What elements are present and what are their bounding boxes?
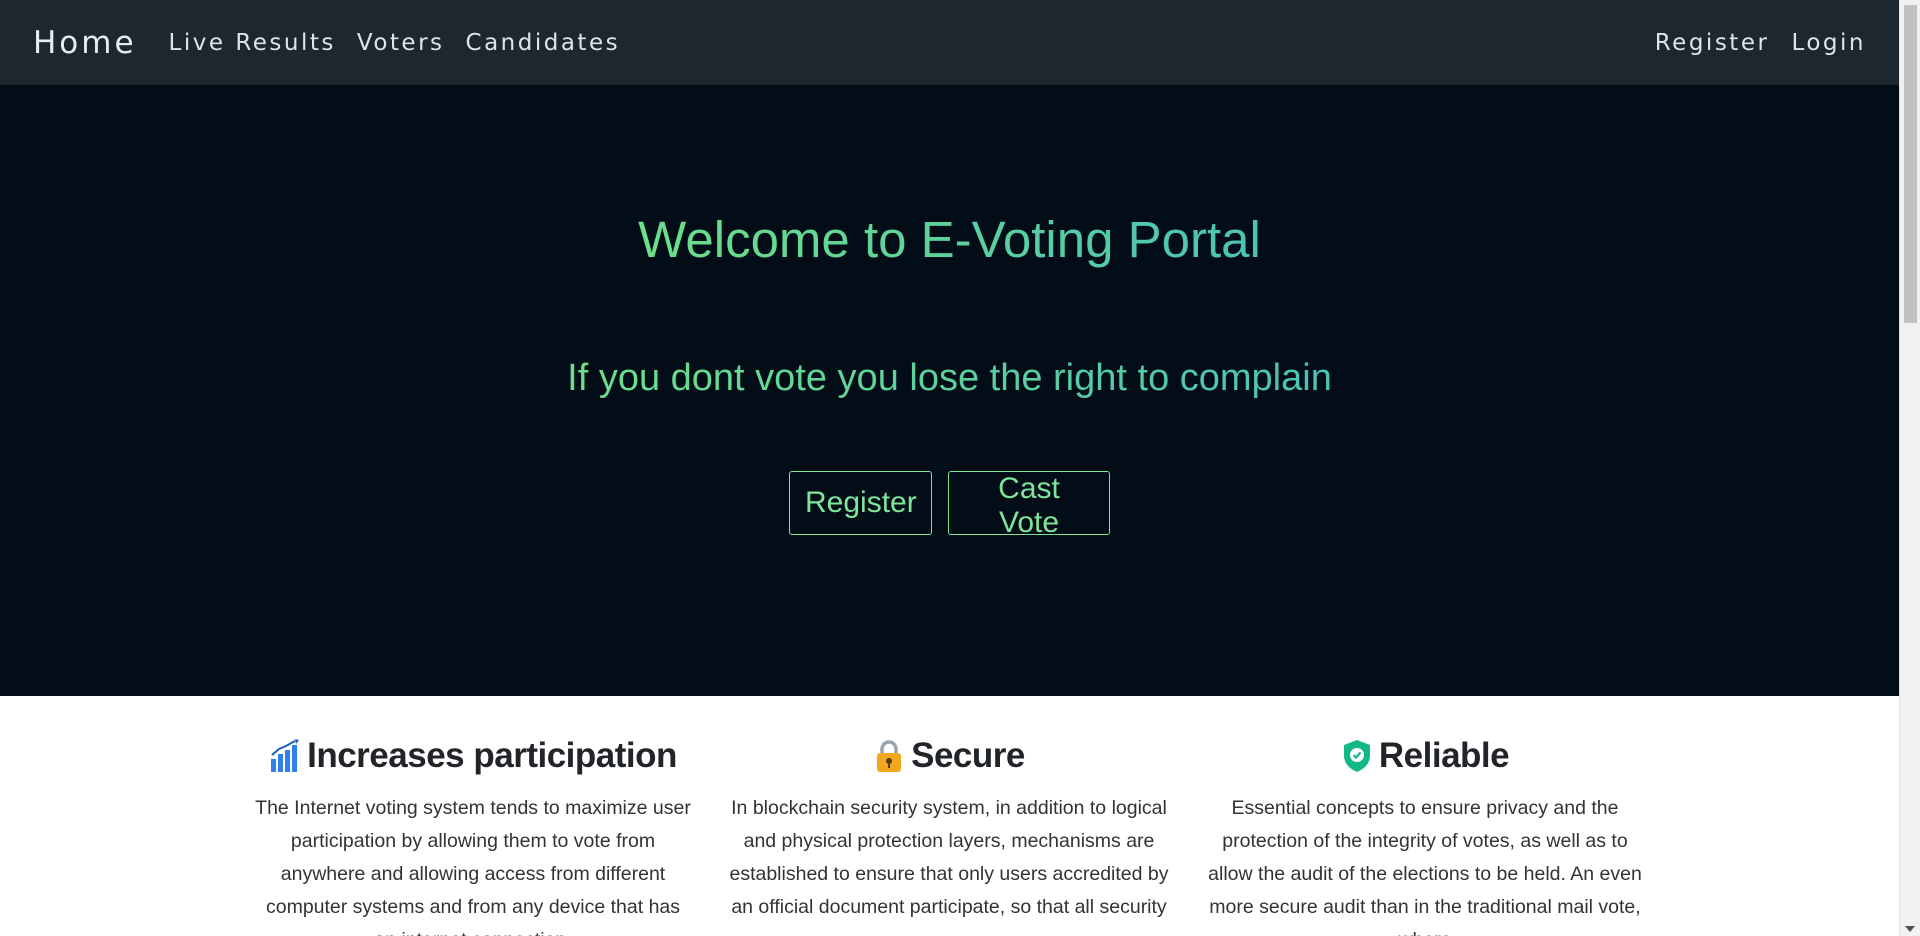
features-section: Increases participation The Internet vot… <box>0 696 1899 936</box>
feature-description: The Internet voting system tends to maxi… <box>255 797 691 936</box>
cast-vote-button[interactable]: Cast Vote <box>948 471 1110 539</box>
nav-right-group: Register Login <box>1633 30 1866 56</box>
nav-link-live-results[interactable]: Live Results <box>169 30 336 56</box>
feature-title: Increases participation <box>307 736 677 775</box>
vertical-scrollbar[interactable] <box>1899 0 1920 936</box>
home-link[interactable]: Home <box>33 25 137 61</box>
feature-title: Reliable <box>1378 736 1510 775</box>
bar-chart-icon <box>271 739 300 772</box>
register-button[interactable]: Register <box>789 471 932 535</box>
nav-link-voters[interactable]: Voters <box>357 30 445 56</box>
lock-icon <box>877 740 902 772</box>
feature-heading: Increases participation <box>253 734 693 778</box>
hero-section: Welcome to E-Voting Portal If you dont v… <box>0 85 1899 696</box>
page: Home Live Results Voters Candidates Regi… <box>0 0 1920 936</box>
top-navbar: Home Live Results Voters Candidates Regi… <box>0 0 1899 85</box>
nav-link-candidates[interactable]: Candidates <box>466 30 621 56</box>
feature-secure: Secure In blockchain security system, in… <box>729 734 1169 924</box>
hero-title: Welcome to E-Voting Portal <box>625 210 1275 269</box>
scroll-down-arrow-icon[interactable] <box>1905 926 1915 932</box>
feature-description: In blockchain security system, in additi… <box>729 797 1169 918</box>
feature-heading: Reliable <box>1205 734 1645 778</box>
feature-participation: Increases participation The Internet vot… <box>253 734 693 936</box>
nav-left-group: Home Live Results Voters Candidates <box>33 25 641 61</box>
feature-title: Secure <box>911 736 1025 775</box>
shield-check-icon <box>1343 740 1370 772</box>
hero-button-group: Register Cast Vote <box>0 471 1899 539</box>
feature-description: Essential concepts to ensure privacy and… <box>1208 797 1642 936</box>
scrollbar-thumb[interactable] <box>1904 5 1917 323</box>
nav-link-login[interactable]: Login <box>1791 30 1866 56</box>
nav-link-register[interactable]: Register <box>1655 30 1770 56</box>
hero-tagline: If you dont vote you lose the right to c… <box>560 357 1340 400</box>
feature-heading: Secure <box>729 734 1169 778</box>
feature-reliable: Reliable Essential concepts to ensure pr… <box>1205 734 1645 936</box>
